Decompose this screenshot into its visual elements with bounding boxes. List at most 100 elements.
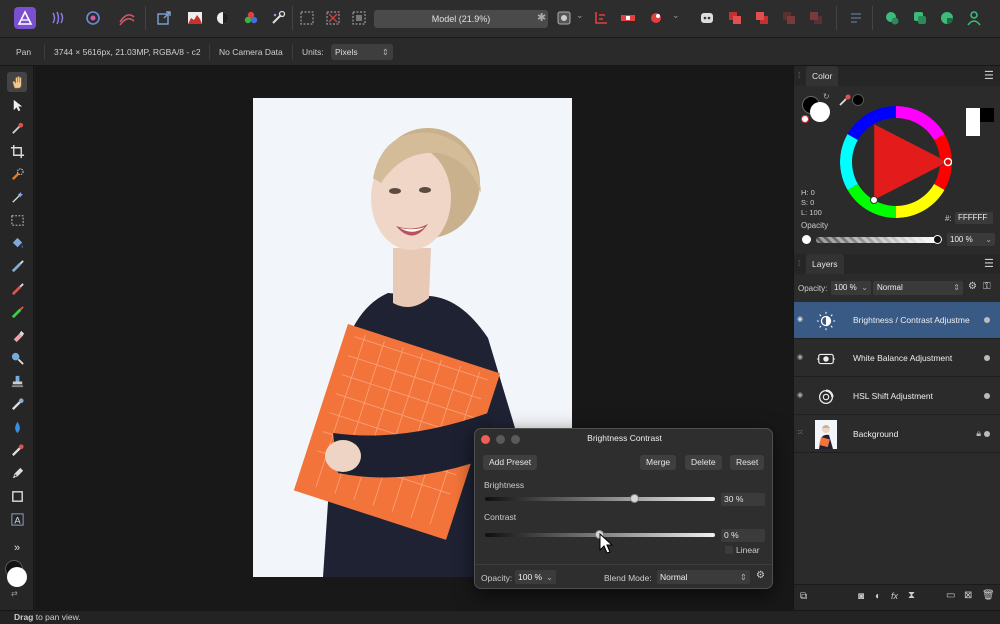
gear-icon[interactable]: ⚙ bbox=[968, 281, 977, 292]
lock-icon[interactable]: 🔒︎ bbox=[976, 428, 981, 439]
smudge-tool-icon[interactable] bbox=[7, 394, 27, 414]
blend-mode-select[interactable]: Normal ⇕ bbox=[657, 570, 750, 584]
erase-brush-tool-icon[interactable] bbox=[7, 325, 27, 345]
expand-layer-icon[interactable]: ◉ bbox=[797, 315, 803, 323]
layer-row-white-balance[interactable]: ◉ White Balance Adjustment bbox=[794, 340, 1000, 377]
live-filter-icon[interactable]: fx bbox=[891, 591, 898, 601]
visibility-toggle[interactable] bbox=[984, 431, 990, 437]
fx-hourglass-icon[interactable]: ⧗ bbox=[908, 590, 915, 601]
auto-levels-icon[interactable] bbox=[212, 7, 234, 29]
chevron-down-icon[interactable]: ⌄ bbox=[672, 10, 680, 21]
brightness-value-input[interactable]: 30 % bbox=[721, 493, 765, 506]
lock-icon[interactable]: ⚿ bbox=[983, 281, 991, 292]
move-tool-icon[interactable] bbox=[7, 95, 27, 115]
reset-button[interactable]: Reset bbox=[730, 455, 765, 470]
chevron-down-icon[interactable]: ⌄ bbox=[576, 10, 584, 21]
opacity-slider-knob[interactable] bbox=[933, 235, 942, 244]
selection-brush-tool-icon[interactable] bbox=[7, 164, 27, 184]
adjustment-icon[interactable]: ◐ bbox=[875, 591, 881, 602]
assistant-robot-icon[interactable] bbox=[696, 7, 718, 29]
eyedropper-icon[interactable] bbox=[838, 93, 852, 107]
liquify-persona-icon[interactable] bbox=[48, 7, 70, 29]
auto-white-balance-icon[interactable] bbox=[267, 7, 289, 29]
panel-menu-icon[interactable]: ☰ bbox=[984, 69, 994, 82]
arrange-forward-icon[interactable] bbox=[724, 7, 746, 29]
dialog-opacity-input[interactable]: 100 % ⌄ bbox=[515, 570, 556, 584]
dodge-tool-icon[interactable] bbox=[7, 348, 27, 368]
clone-stamp-tool-icon[interactable] bbox=[7, 371, 27, 391]
star-icon[interactable]: ✱ bbox=[537, 11, 546, 24]
pixel-layer-icon[interactable]: ⁙ bbox=[797, 428, 804, 437]
blur-tool-icon[interactable] bbox=[7, 417, 27, 437]
layers-blend-mode-select[interactable]: Normal ⇕ bbox=[873, 281, 963, 295]
layer-sync-icon[interactable]: ⧉ bbox=[800, 591, 807, 602]
invert-selection-icon[interactable] bbox=[348, 7, 370, 29]
opacity-slider[interactable] bbox=[816, 235, 942, 244]
studio-panels-icon[interactable] bbox=[881, 7, 903, 29]
healing-brush-tool-icon[interactable] bbox=[7, 302, 27, 322]
tab-layers[interactable]: Layers bbox=[806, 254, 844, 274]
user-account-icon[interactable] bbox=[963, 7, 985, 29]
quick-mask-icon[interactable] bbox=[553, 7, 575, 29]
selection-marquee-icon[interactable] bbox=[296, 7, 318, 29]
alignment-icon[interactable] bbox=[617, 7, 639, 29]
paint-brush-tool-icon[interactable] bbox=[7, 256, 27, 276]
picked-color-swatch[interactable] bbox=[852, 94, 864, 106]
pixel-brush-tool-icon[interactable] bbox=[7, 279, 27, 299]
no-color-icon[interactable] bbox=[801, 115, 809, 123]
gear-icon[interactable]: ⚙ bbox=[756, 570, 765, 581]
tab-color[interactable]: Color bbox=[806, 66, 839, 86]
units-select[interactable]: Pixels ⇕ bbox=[331, 44, 393, 60]
layer-row-background[interactable]: ⁙ Background 🔒︎ bbox=[794, 416, 1000, 453]
pan-tool-icon[interactable] bbox=[7, 72, 27, 92]
pen-tool-icon[interactable] bbox=[7, 463, 27, 483]
add-pixel-layer-icon[interactable]: ⊠ bbox=[964, 590, 972, 601]
tone-mapping-persona-icon[interactable] bbox=[116, 7, 138, 29]
red-eye-tool-icon[interactable] bbox=[7, 440, 27, 460]
document-title[interactable]: Model (21.9%) bbox=[374, 10, 548, 28]
layers-opacity-input[interactable]: 100 % ⌄ bbox=[831, 281, 871, 295]
drag-handle-icon[interactable]: ⁞ bbox=[798, 259, 800, 268]
opacity-input[interactable]: 100 % ⌄ bbox=[947, 233, 995, 246]
add-preset-button[interactable]: Add Preset bbox=[483, 455, 538, 470]
color-picker-tool-icon[interactable] bbox=[7, 118, 27, 138]
drag-handle-icon[interactable]: ⁞ bbox=[798, 71, 800, 80]
expand-tools-icon[interactable]: » bbox=[7, 538, 27, 558]
develop-persona-icon[interactable] bbox=[82, 7, 104, 29]
visibility-toggle[interactable] bbox=[984, 355, 990, 361]
brightness-slider-knob[interactable] bbox=[629, 494, 639, 503]
arrange-back-icon[interactable] bbox=[751, 7, 773, 29]
swap-colors-icon[interactable]: ↻ bbox=[823, 92, 830, 101]
mask-icon[interactable]: ◙ bbox=[858, 591, 864, 602]
expand-layer-icon[interactable]: ◉ bbox=[797, 353, 803, 361]
layer-row-hsl-shift[interactable]: ◉ HSL Shift Adjustment bbox=[794, 378, 1000, 415]
crop-tool-icon[interactable] bbox=[7, 141, 27, 161]
flood-select-tool-icon[interactable] bbox=[7, 187, 27, 207]
affinity-photo-persona-icon[interactable] bbox=[14, 7, 36, 29]
visibility-toggle[interactable] bbox=[984, 317, 990, 323]
hex-input[interactable]: FFFFFF bbox=[955, 212, 993, 224]
contrast-value-input[interactable]: 0 % bbox=[721, 529, 765, 542]
studio-color-icon[interactable] bbox=[936, 7, 958, 29]
visibility-toggle[interactable] bbox=[984, 393, 990, 399]
flood-fill-tool-icon[interactable] bbox=[7, 233, 27, 253]
text-tool-icon[interactable]: A bbox=[7, 509, 27, 529]
merge-button[interactable]: Merge bbox=[640, 455, 677, 470]
panel-menu-icon[interactable]: ☰ bbox=[984, 257, 994, 270]
brightness-slider[interactable] bbox=[485, 494, 715, 503]
share-icon[interactable] bbox=[153, 7, 175, 29]
arrange-front-icon[interactable] bbox=[778, 7, 800, 29]
trash-icon[interactable]: 🗑︎ bbox=[982, 590, 995, 601]
studio-layers-icon[interactable] bbox=[909, 7, 931, 29]
rectangle-tool-icon[interactable] bbox=[7, 486, 27, 506]
assistant-icon[interactable] bbox=[645, 7, 667, 29]
fill-color-swatch[interactable] bbox=[810, 102, 830, 122]
delete-button[interactable]: Delete bbox=[685, 455, 722, 470]
auto-color-icon[interactable] bbox=[240, 7, 262, 29]
layer-row-brightness-contrast[interactable]: ◉ Brightness / Contrast Adjustme bbox=[794, 302, 1000, 339]
primary-color-swatch[interactable] bbox=[7, 567, 27, 587]
marquee-tool-icon[interactable] bbox=[7, 210, 27, 230]
deselect-icon[interactable] bbox=[322, 7, 344, 29]
swap-colors-icon[interactable]: ⇄ bbox=[11, 589, 18, 598]
hsl-color-wheel[interactable] bbox=[840, 106, 952, 218]
